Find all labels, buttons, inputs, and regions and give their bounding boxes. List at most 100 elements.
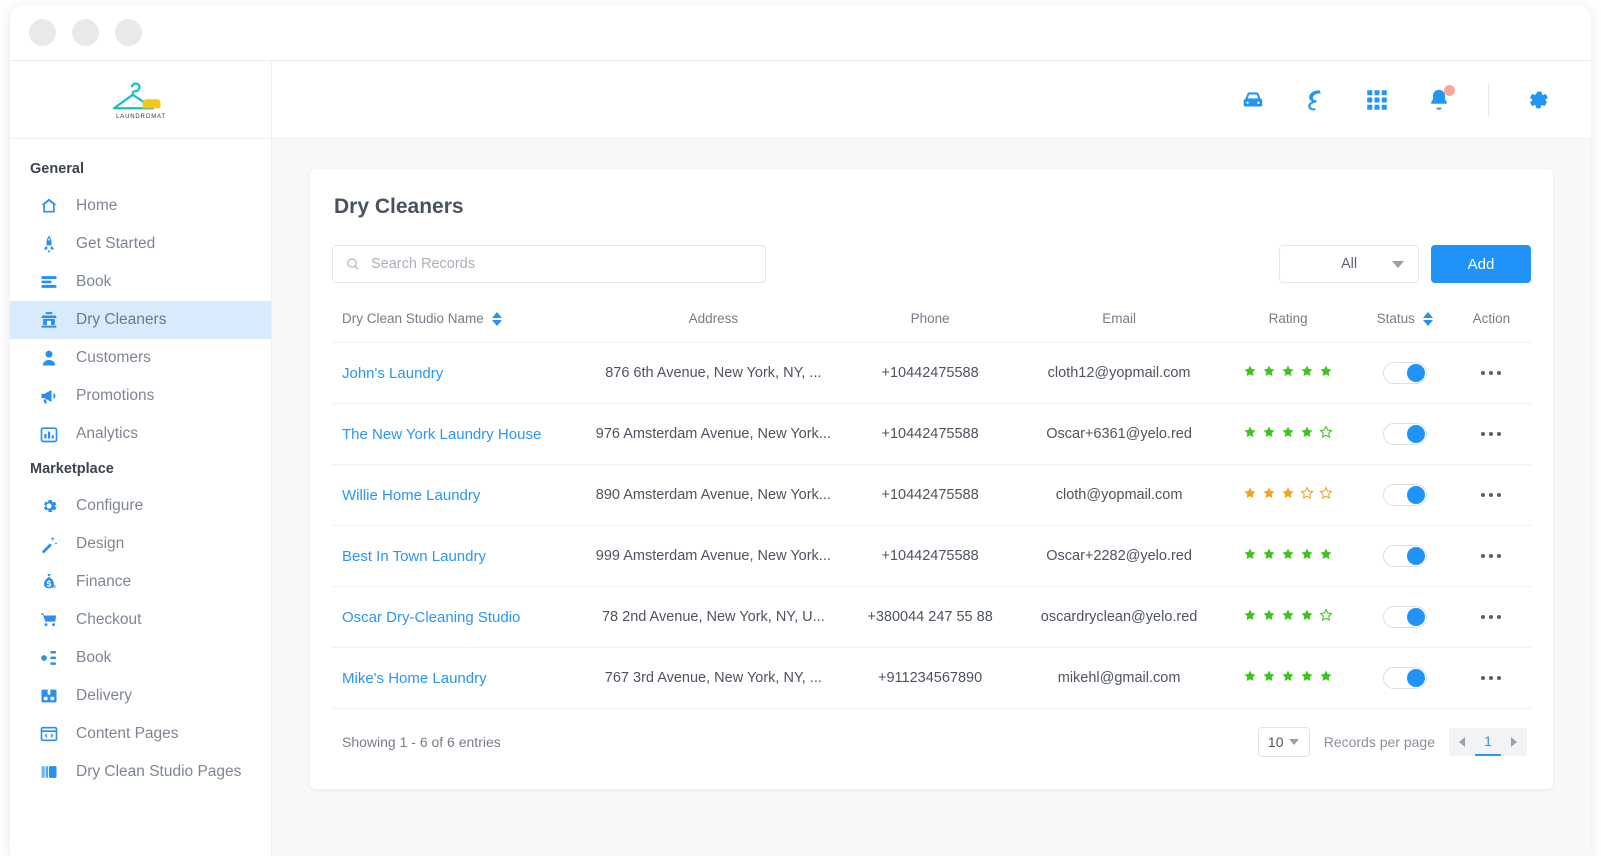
page-number-1[interactable]: 1	[1475, 728, 1501, 756]
sidebar-item-label: Checkout	[76, 611, 141, 629]
bell-icon[interactable]	[1426, 87, 1452, 113]
studio-name-link[interactable]: Mike's Home Laundry	[342, 670, 487, 687]
next-page-button[interactable]	[1501, 728, 1527, 756]
home-icon	[38, 195, 60, 217]
code-window-icon	[38, 723, 60, 745]
sidebar-item-finance[interactable]: Finance	[10, 563, 271, 601]
table-footer: Showing 1 - 6 of 6 entries 10 Records pe…	[332, 708, 1531, 774]
status-toggle[interactable]	[1383, 545, 1427, 567]
column-header-label: Phone	[911, 311, 950, 326]
maximize-dot[interactable]	[115, 19, 142, 46]
star-icon	[1319, 608, 1333, 622]
row-actions-menu-icon[interactable]	[1481, 554, 1501, 558]
status-toggle[interactable]	[1383, 362, 1427, 384]
table-row: The New York Laundry House976 Amsterdam …	[332, 404, 1531, 465]
car-icon[interactable]	[1240, 87, 1266, 113]
studio-name-link[interactable]: The New York Laundry House	[342, 426, 541, 443]
column-header-label: Rating	[1269, 311, 1308, 326]
sidebar-item-configure[interactable]: Configure	[10, 487, 271, 525]
row-actions-menu-icon[interactable]	[1481, 432, 1501, 436]
row-actions-menu-icon[interactable]	[1481, 371, 1501, 375]
row-actions-menu-icon[interactable]	[1481, 493, 1501, 497]
status-toggle[interactable]	[1383, 484, 1427, 506]
app-logo[interactable]: LAUNDROMAT	[10, 61, 272, 138]
filter-select[interactable]: All	[1279, 245, 1419, 283]
cell-name: The New York Laundry House	[332, 404, 586, 465]
gear-icon[interactable]	[1525, 87, 1551, 113]
studio-name-link[interactable]: Willie Home Laundry	[342, 487, 480, 504]
sidebar-item-promotions[interactable]: Promotions	[10, 377, 271, 415]
row-actions-menu-icon[interactable]	[1481, 615, 1501, 619]
cell-email: mikehl@gmail.com	[1020, 648, 1219, 709]
sidebar-item-label: Customers	[76, 349, 151, 367]
pagination-group: 10 Records per page 1	[1258, 727, 1527, 757]
status-toggle[interactable]	[1383, 667, 1427, 689]
close-dot[interactable]	[29, 19, 56, 46]
apps-grid-icon[interactable]	[1364, 87, 1390, 113]
sidebar-item-label: Home	[76, 197, 117, 215]
table-header-row: Dry Clean Studio Name Address Phone	[332, 301, 1531, 343]
table-row: Mike's Home Laundry767 3rd Avenue, New Y…	[332, 648, 1531, 709]
sidebar-item-customers[interactable]: Customers	[10, 339, 271, 377]
studio-name-link[interactable]: John's Laundry	[342, 365, 443, 382]
row-actions-menu-icon[interactable]	[1481, 676, 1501, 680]
column-header-name[interactable]: Dry Clean Studio Name	[332, 301, 586, 343]
star-icon	[1281, 486, 1295, 500]
cell-email: cloth@yopmail.com	[1020, 465, 1219, 526]
status-toggle[interactable]	[1383, 606, 1427, 628]
minimize-dot[interactable]	[72, 19, 99, 46]
star-icon	[1262, 608, 1276, 622]
column-header-status[interactable]: Status	[1358, 301, 1452, 343]
sidebar-item-label: Delivery	[76, 687, 132, 705]
cell-name: Mike's Home Laundry	[332, 648, 586, 709]
search-box[interactable]	[332, 245, 766, 283]
cell-name: John's Laundry	[332, 343, 586, 404]
search-input[interactable]	[371, 256, 753, 272]
showing-entries-label: Showing 1 - 6 of 6 entries	[342, 734, 501, 750]
cell-email: Oscar+6361@yelo.red	[1020, 404, 1219, 465]
sort-icon[interactable]	[1423, 312, 1433, 326]
dry-cleaners-card: Dry Cleaners All Add	[310, 169, 1553, 789]
flow-icon	[38, 647, 60, 669]
star-icon	[1262, 364, 1276, 378]
sidebar-item-design[interactable]: Design	[10, 525, 271, 563]
cell-email: Oscar+2282@yelo.red	[1020, 526, 1219, 587]
column-header-action: Action	[1452, 301, 1531, 343]
cell-status	[1358, 526, 1452, 587]
gear-icon	[38, 495, 60, 517]
sidebar-item-get-started[interactable]: Get Started	[10, 225, 271, 263]
cell-name: Best In Town Laundry	[332, 526, 586, 587]
sidebar-group-title-marketplace: Marketplace	[10, 453, 271, 487]
sidebar-item-book-marketplace[interactable]: Book	[10, 639, 271, 677]
prev-page-button[interactable]	[1449, 728, 1475, 756]
star-icon	[1281, 547, 1295, 561]
studio-name-link[interactable]: Oscar Dry-Cleaning Studio	[342, 609, 520, 626]
sidebar-item-home[interactable]: Home	[10, 187, 271, 225]
money-bag-icon	[38, 571, 60, 593]
star-icon	[1281, 669, 1295, 683]
brand-icon[interactable]	[1302, 87, 1328, 113]
sidebar-item-delivery[interactable]: Delivery	[10, 677, 271, 715]
add-button[interactable]: Add	[1431, 245, 1531, 283]
table-row: Best In Town Laundry999 Amsterdam Avenue…	[332, 526, 1531, 587]
sidebar-item-content-pages[interactable]: Content Pages	[10, 715, 271, 753]
pager: 1	[1449, 728, 1527, 756]
sidebar-item-analytics[interactable]: Analytics	[10, 415, 271, 453]
sort-icon[interactable]	[492, 312, 502, 326]
search-icon	[345, 256, 361, 272]
cell-status	[1358, 404, 1452, 465]
notification-badge	[1444, 85, 1455, 96]
star-icon	[1281, 425, 1295, 439]
sidebar-item-dry-clean-studio-pages[interactable]: Dry Clean Studio Pages	[10, 753, 271, 791]
sidebar-item-book[interactable]: Book	[10, 263, 271, 301]
sidebar-item-label: Get Started	[76, 235, 155, 253]
star-icon	[1243, 547, 1257, 561]
column-header-label: Email	[1102, 311, 1136, 326]
column-header-email: Email	[1020, 301, 1219, 343]
status-toggle[interactable]	[1383, 423, 1427, 445]
studio-name-link[interactable]: Best In Town Laundry	[342, 548, 486, 565]
per-page-select[interactable]: 10	[1258, 727, 1310, 757]
sidebar-item-dry-cleaners[interactable]: Dry Cleaners	[10, 301, 271, 339]
sidebar-item-checkout[interactable]: Checkout	[10, 601, 271, 639]
table-toolbar: All Add	[332, 245, 1531, 283]
